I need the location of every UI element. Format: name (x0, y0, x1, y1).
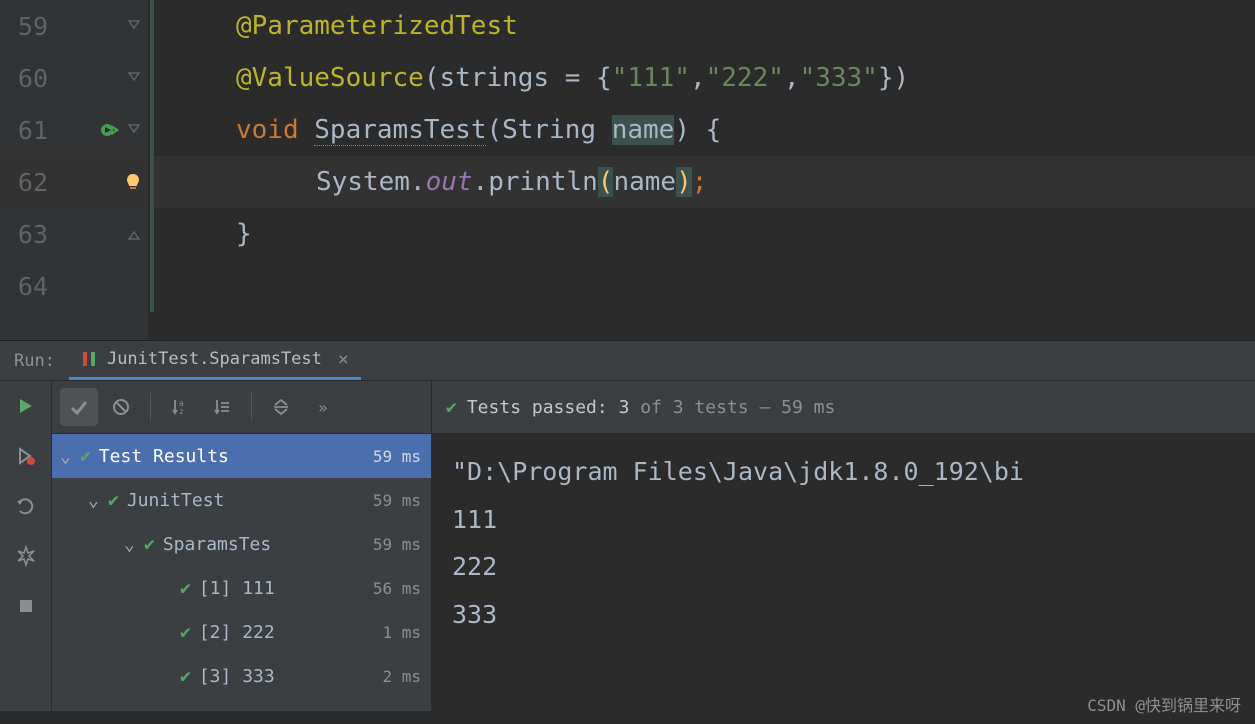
chevron-down-icon: ⌄ (60, 446, 80, 467)
test-status-bar: ✔ Tests passed: 3 of 3 tests – 59 ms (432, 381, 1255, 434)
lightbulb-icon[interactable] (124, 173, 142, 191)
stop-button[interactable] (13, 593, 39, 619)
rerun-button[interactable] (13, 393, 39, 419)
check-icon: ✔ (108, 490, 119, 511)
run-tab-label: JunitTest.SparamsTest (107, 349, 322, 369)
tree-root[interactable]: ⌄ ✔ Test Results 59 ms (52, 434, 431, 478)
annotation: @ValueSource (236, 63, 424, 93)
test-tree: ⌄ ✔ Test Results 59 ms ⌄ ✔ JunitTest 59 … (52, 434, 431, 711)
line-number: 62 (0, 168, 58, 197)
output-line: 333 (452, 591, 1235, 639)
sort-button[interactable]: az (161, 388, 199, 426)
check-icon: ✔ (80, 446, 91, 467)
code-editor: 59 60 61 62 63 64 @ParameterizedTest @Va… (0, 0, 1255, 340)
show-ignored-button[interactable] (102, 388, 140, 426)
rerun-failed-button[interactable] (13, 443, 39, 469)
tree-class[interactable]: ⌄ ✔ JunitTest 59 ms (52, 478, 431, 522)
output-line: 222 (452, 543, 1235, 591)
fold-up-icon[interactable] (126, 226, 142, 242)
tree-test[interactable]: ✔ [1] 111 56 ms (52, 566, 431, 610)
run-panel: Run: JunitTest.SparamsTest × az » (0, 340, 1255, 711)
fold-icon[interactable] (126, 122, 142, 138)
expand-all-button[interactable] (203, 388, 241, 426)
chevron-down-icon: ⌄ (88, 490, 108, 511)
watermark: CSDN @快到锅里来呀 (1087, 692, 1241, 716)
svg-text:z: z (179, 407, 184, 416)
output-line: 111 (452, 496, 1235, 544)
test-tree-panel: az » ⌄ ✔ Test Results 59 ms ⌄ ✔ JunitTes… (52, 381, 432, 711)
console: ✔ Tests passed: 3 of 3 tests – 59 ms "D:… (432, 381, 1255, 711)
tree-toolbar: az » (52, 381, 431, 434)
chevron-down-icon: ⌄ (124, 534, 144, 555)
console-output[interactable]: "D:\Program Files\Java\jdk1.8.0_192\bi 1… (432, 434, 1255, 652)
run-header: Run: JunitTest.SparamsTest × (0, 341, 1255, 381)
toggle-autotest-button[interactable] (13, 493, 39, 519)
check-icon: ✔ (180, 578, 191, 599)
code-area[interactable]: @ParameterizedTest @ValueSource(strings … (150, 0, 1255, 340)
annotation: @ParameterizedTest (236, 11, 518, 41)
gutter: 59 60 61 62 63 64 (0, 0, 150, 340)
show-passed-button[interactable] (60, 388, 98, 426)
check-icon: ✔ (446, 397, 457, 418)
line-number: 63 (0, 220, 58, 249)
more-button[interactable]: » (304, 388, 342, 426)
line-number: 61 (0, 116, 58, 145)
fold-icon[interactable] (126, 70, 142, 86)
line-number: 64 (0, 272, 58, 301)
check-icon: ✔ (180, 622, 191, 643)
output-line: "D:\Program Files\Java\jdk1.8.0_192\bi (452, 448, 1235, 496)
line-number: 60 (0, 64, 58, 93)
tree-test[interactable]: ✔ [3] 333 2 ms (52, 654, 431, 698)
tree-test[interactable]: ✔ [2] 222 1 ms (52, 610, 431, 654)
run-label: Run: (0, 351, 69, 371)
run-tab[interactable]: JunitTest.SparamsTest × (69, 341, 361, 380)
line-number: 59 (0, 12, 58, 41)
check-icon: ✔ (144, 534, 155, 555)
method-name: SparamsTest (314, 115, 486, 146)
collapse-all-button[interactable] (262, 388, 300, 426)
tree-method[interactable]: ⌄ ✔ SparamsTes 59 ms (52, 522, 431, 566)
run-method-icon[interactable] (100, 120, 120, 140)
close-icon[interactable]: × (338, 349, 349, 370)
keyword: void (236, 115, 314, 145)
check-icon: ✔ (180, 666, 191, 687)
fold-icon[interactable] (126, 18, 142, 34)
test-config-icon (81, 350, 99, 368)
left-toolbar (0, 381, 52, 711)
settings-button[interactable] (13, 543, 39, 569)
